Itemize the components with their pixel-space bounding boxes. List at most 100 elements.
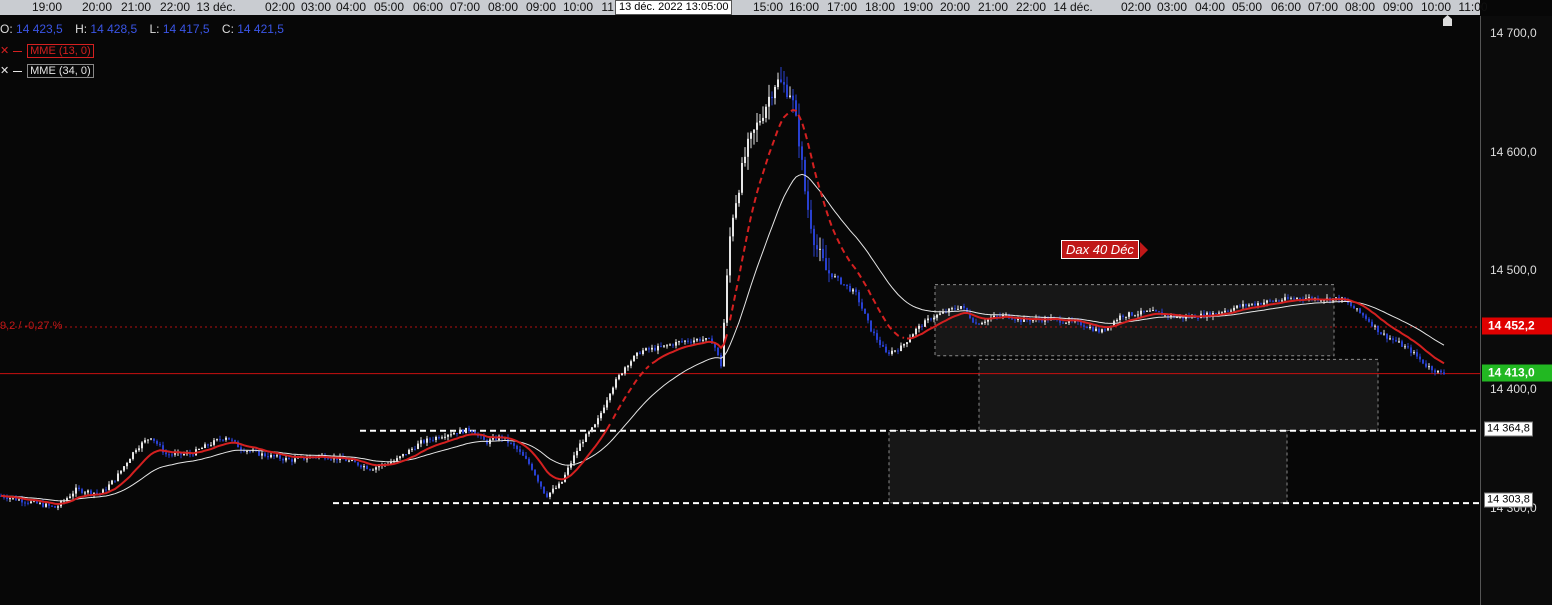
candle-body [729, 236, 731, 276]
time-tick-label: 02:00 [264, 0, 296, 14]
candle-body [825, 258, 827, 271]
remove-ema13-icon[interactable]: ✕ [0, 45, 9, 58]
candle-body [1416, 352, 1418, 357]
candle-body [363, 466, 365, 468]
change-percent-label: 9,2 / -0,27 % [0, 320, 63, 332]
candle-body [1368, 318, 1370, 322]
candle-body [1083, 325, 1085, 327]
candle-body [1401, 341, 1403, 347]
time-tick-label: 05:00 [1231, 0, 1263, 14]
candle-body [1404, 346, 1406, 348]
instrument-annotation[interactable]: Dax 40 Déc [1061, 240, 1139, 259]
time-tick-label: 07:00 [449, 0, 481, 14]
candle-body [1266, 300, 1268, 303]
candle-body [402, 453, 404, 457]
candle-body [642, 350, 644, 355]
candle-body [852, 289, 854, 292]
candle-body [1374, 325, 1376, 327]
candle-body [1431, 366, 1433, 371]
candle-body [1383, 333, 1385, 335]
candle-body [1065, 322, 1067, 324]
candle-body [1407, 346, 1409, 348]
candle-body [279, 455, 281, 459]
candle-body [462, 429, 464, 434]
candle-body [930, 318, 932, 320]
candle-body [426, 438, 428, 443]
candle-body [1248, 304, 1250, 306]
candle-body [1236, 305, 1238, 308]
candle-body [1443, 372, 1445, 375]
candle-body [213, 440, 215, 445]
ema13-label: MME (13, 0) [27, 44, 94, 58]
candle-body [1353, 305, 1355, 309]
candle-body [258, 450, 260, 456]
candle-body [636, 352, 638, 356]
candle-body [519, 449, 521, 452]
candle-body [1350, 302, 1352, 306]
candle-body [1380, 332, 1382, 335]
candle-body [360, 465, 362, 468]
candle-body [270, 454, 272, 458]
candle-body [927, 318, 929, 321]
candle-body [27, 502, 29, 504]
candle-body [600, 412, 602, 419]
candle-body [1233, 307, 1235, 311]
candle-body [123, 466, 125, 471]
legend-ema34[interactable]: ✕ MME (34, 0) [0, 64, 94, 78]
candle-body [903, 344, 905, 346]
candle-body [204, 444, 206, 449]
legend-ema13[interactable]: ✕ MME (13, 0) [0, 44, 94, 58]
candle-body [1272, 300, 1274, 302]
candle-body [1197, 317, 1199, 319]
candle-body [858, 292, 860, 303]
candle-body [420, 440, 422, 444]
candle-body [1245, 304, 1247, 306]
candle-body [741, 163, 743, 193]
candle-body [732, 217, 734, 237]
candle-body [753, 129, 755, 133]
candle-body [261, 453, 263, 456]
level-high-tag[interactable]: 14 364,8 [1484, 421, 1533, 437]
candle-body [1377, 325, 1379, 333]
candle-body [51, 505, 53, 507]
candle-body [705, 338, 707, 340]
candle-body [114, 480, 116, 482]
candle-body [1257, 303, 1259, 306]
candle-body [549, 492, 551, 497]
candle-body [552, 488, 554, 493]
candle-body [111, 480, 113, 485]
candle-body [996, 315, 998, 317]
candle-body [249, 450, 251, 452]
candle-body [1098, 328, 1100, 333]
price-chart[interactable] [0, 16, 1480, 605]
candle-body [1320, 300, 1322, 302]
candle-body [537, 475, 539, 482]
candle-body [702, 339, 704, 341]
candle-body [288, 458, 290, 460]
price-axis[interactable] [1480, 16, 1552, 605]
candle-body [558, 483, 560, 488]
time-tick-label: 22:00 [1015, 0, 1047, 14]
time-tick-label: 07:00 [1307, 0, 1339, 14]
ema34-swatch [13, 70, 23, 72]
candle-body [720, 355, 722, 367]
high-value: 14 428,5 [90, 22, 138, 36]
candle-body [1119, 315, 1121, 320]
candle-body [567, 467, 569, 475]
range-zone-lower-range [888, 430, 1288, 504]
current-price-tag: 14 413,0 [1482, 364, 1552, 382]
candle-body [429, 438, 431, 440]
level-low-tag[interactable]: 14 303,8 [1484, 492, 1533, 508]
candle-body [294, 458, 296, 462]
candle-body [345, 459, 347, 462]
candle-body [57, 506, 59, 508]
candle-body [960, 306, 962, 309]
candle-body [156, 440, 158, 444]
candle-body [618, 375, 620, 380]
candle-body [1095, 328, 1097, 331]
candle-body [201, 448, 203, 450]
candle-body [456, 433, 458, 435]
candle-body [840, 277, 842, 285]
remove-ema34-icon[interactable]: ✕ [0, 65, 9, 78]
candle-body [795, 100, 797, 116]
